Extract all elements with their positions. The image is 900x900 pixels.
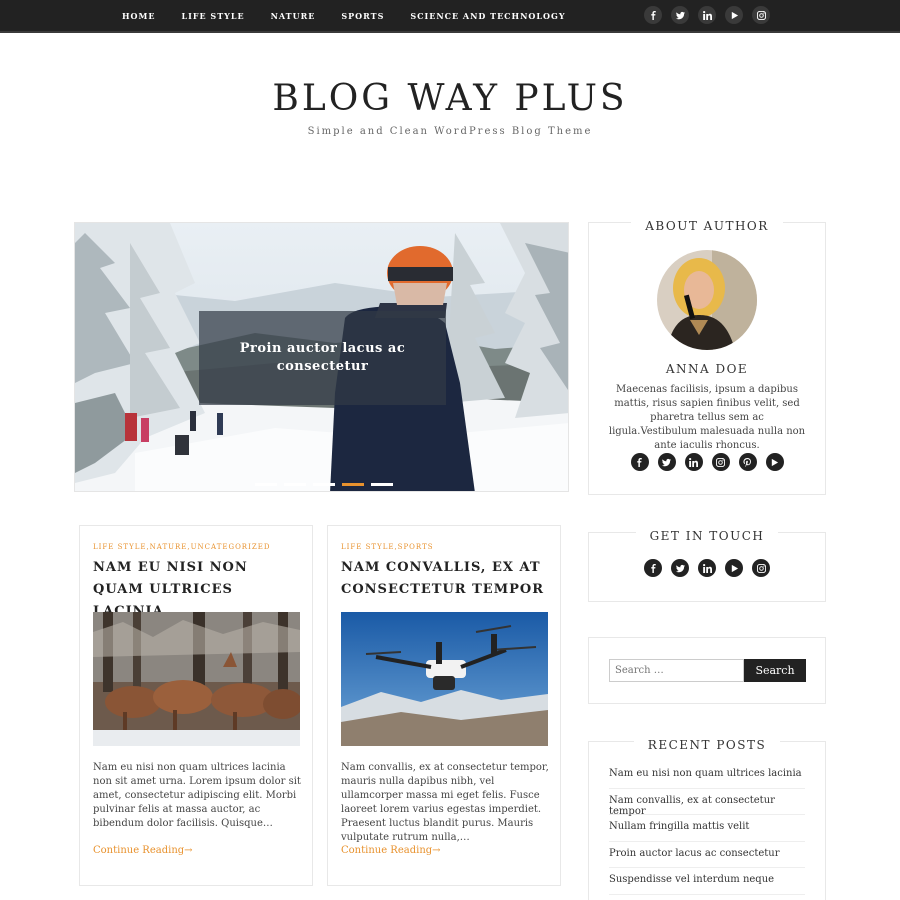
slider-dot[interactable]	[284, 483, 306, 486]
author-avatar	[657, 250, 757, 350]
instagram-icon[interactable]	[752, 6, 770, 24]
post-title[interactable]: NAM CONVALLIS, EX AT CONSECTETUR TEMPOR	[341, 557, 551, 601]
widget-title-text: GET IN TOUCH	[635, 529, 779, 543]
twitter-icon[interactable]	[671, 559, 689, 577]
recent-post-link[interactable]: Nullam fringilla mattis velit	[609, 815, 805, 842]
site-tagline: Simple and Clean WordPress Blog Theme	[307, 126, 593, 137]
recent-post-link[interactable]: Nam eu nisi non quam ultrices lacinia	[609, 762, 805, 789]
menu-item-sports[interactable]: SPORTS	[341, 7, 384, 25]
widget-title: GET IN TOUCH	[589, 525, 825, 544]
recent-posts-list: Nam eu nisi non quam ultrices lacinia Na…	[609, 762, 805, 895]
post-categories[interactable]: LIFE STYLE,NATURE,UNCATEGORIZED	[93, 543, 270, 551]
facebook-icon[interactable]	[630, 453, 649, 471]
slider-dot-active[interactable]	[342, 483, 364, 486]
linkedin-icon[interactable]	[684, 453, 703, 471]
linkedin-icon[interactable]	[698, 6, 716, 24]
menu-item-nature[interactable]: NATURE	[271, 7, 316, 25]
search-input[interactable]	[609, 659, 744, 682]
main-menu: HOME LIFE STYLE NATURE SPORTS SCIENCE AN…	[109, 0, 592, 31]
search-button[interactable]: Search	[744, 659, 806, 682]
post-excerpt: Nam convallis, ex at consectetur tempor,…	[341, 762, 549, 843]
post-thumbnail[interactable]	[341, 612, 548, 746]
header-social-links	[644, 6, 779, 24]
slider-dot[interactable]	[313, 483, 335, 486]
author-name: ANNA DOE	[665, 362, 749, 376]
author-social-links	[589, 453, 825, 471]
menu-item-home[interactable]: HOME	[122, 7, 155, 25]
post-card: LIFE STYLE,NATURE,UNCATEGORIZED NAM EU N…	[79, 525, 313, 886]
instagram-icon[interactable]	[752, 559, 770, 577]
instagram-icon[interactable]	[711, 453, 730, 471]
slide-caption[interactable]: Proin auctor lacus ac consectetur	[199, 311, 446, 405]
drone-image	[341, 612, 548, 746]
slider-dot[interactable]	[255, 483, 277, 486]
twitter-icon[interactable]	[657, 453, 676, 471]
featured-slider[interactable]: Proin auctor lacus ac consectetur	[74, 222, 569, 492]
widget-title: ABOUT AUTHOR	[589, 215, 825, 234]
youtube-icon[interactable]	[725, 559, 743, 577]
slider-pagination	[255, 483, 400, 486]
site-title[interactable]: BLOG WAY PLUS	[0, 78, 900, 119]
top-navigation-bar: HOME LIFE STYLE NATURE SPORTS SCIENCE AN…	[0, 0, 900, 33]
twitter-icon[interactable]	[671, 6, 689, 24]
widget-title-text: RECENT POSTS	[633, 738, 781, 752]
author-photo	[657, 250, 757, 350]
recent-post-link[interactable]: Proin auctor lacus ac consectetur	[609, 842, 805, 868]
widget-title: RECENT POSTS	[589, 734, 825, 753]
youtube-icon[interactable]	[765, 453, 784, 471]
post-excerpt: Nam eu nisi non quam ultrices lacinia no…	[93, 762, 301, 829]
continue-reading-link[interactable]: Continue Reading→	[341, 845, 441, 856]
about-author-widget: ABOUT AUTHOR ANNA DOE Maecenas facilisis…	[588, 219, 826, 495]
deer-image	[93, 612, 300, 746]
recent-posts-widget: RECENT POSTS Nam eu nisi non quam ultric…	[588, 738, 826, 900]
author-bio: Maecenas facilisis, ipsum a dapibus matt…	[608, 384, 806, 451]
continue-reading-link[interactable]: Continue Reading→	[93, 845, 193, 856]
post-card: LIFE STYLE,SPORTS NAM CONVALLIS, EX AT C…	[327, 525, 561, 886]
search-widget: Search	[588, 637, 826, 704]
pinterest-icon[interactable]	[738, 453, 757, 471]
widget-title-text: ABOUT AUTHOR	[631, 219, 783, 233]
youtube-icon[interactable]	[725, 6, 743, 24]
menu-item-science-technology[interactable]: SCIENCE AND TECHNOLOGY	[410, 7, 565, 25]
facebook-icon[interactable]	[644, 6, 662, 24]
linkedin-icon[interactable]	[698, 559, 716, 577]
post-categories[interactable]: LIFE STYLE,SPORTS	[341, 543, 434, 551]
post-thumbnail[interactable]	[93, 612, 300, 746]
menu-item-life-style[interactable]: LIFE STYLE	[181, 7, 244, 25]
recent-post-link[interactable]: Suspendisse vel interdum neque	[609, 868, 805, 895]
contact-social-links	[589, 559, 825, 577]
facebook-icon[interactable]	[644, 559, 662, 577]
slider-dot[interactable]	[371, 483, 393, 486]
recent-post-link[interactable]: Nam convallis, ex at consectetur tempor	[609, 789, 805, 817]
slide-caption-text[interactable]: Proin auctor lacus ac consectetur	[219, 340, 426, 376]
get-in-touch-widget: GET IN TOUCH	[588, 529, 826, 602]
